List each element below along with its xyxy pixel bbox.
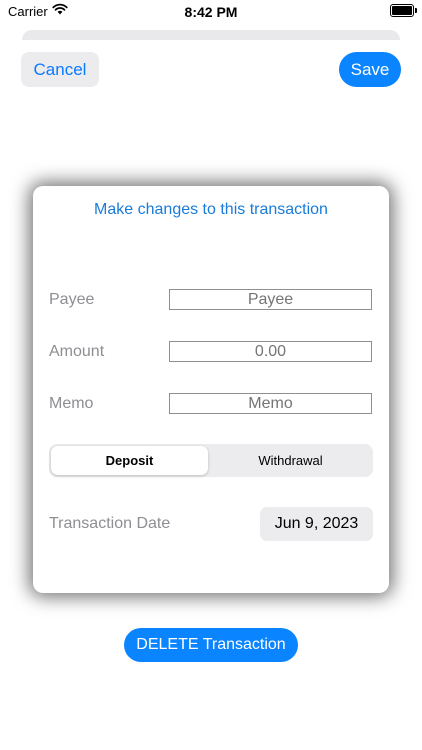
delete-transaction-button[interactable]: DELETE Transaction [124,628,298,662]
save-button[interactable]: Save [339,52,401,87]
transaction-date-picker[interactable]: Jun 9, 2023 [260,507,373,541]
amount-input[interactable] [169,341,372,362]
card-title: Make changes to this transaction [94,201,328,218]
transaction-date-label: Transaction Date [49,515,171,532]
battery-icon [390,4,417,17]
amount-label: Amount [49,343,105,360]
memo-input[interactable] [169,393,372,414]
edit-transaction-card: Make changes to this transaction Payee A… [33,186,389,593]
cancel-button[interactable]: Cancel [21,52,99,87]
transaction-type-segmented-control: Deposit Withdrawal [49,444,373,477]
payee-input[interactable] [169,289,372,310]
status-bar: Carrier 8:42 PM [0,0,422,24]
clock: 8:42 PM [184,4,238,20]
memo-label: Memo [49,395,94,412]
segment-withdrawal[interactable]: Withdrawal [210,446,371,475]
segment-deposit[interactable]: Deposit [51,446,208,475]
payee-label: Payee [49,291,95,308]
